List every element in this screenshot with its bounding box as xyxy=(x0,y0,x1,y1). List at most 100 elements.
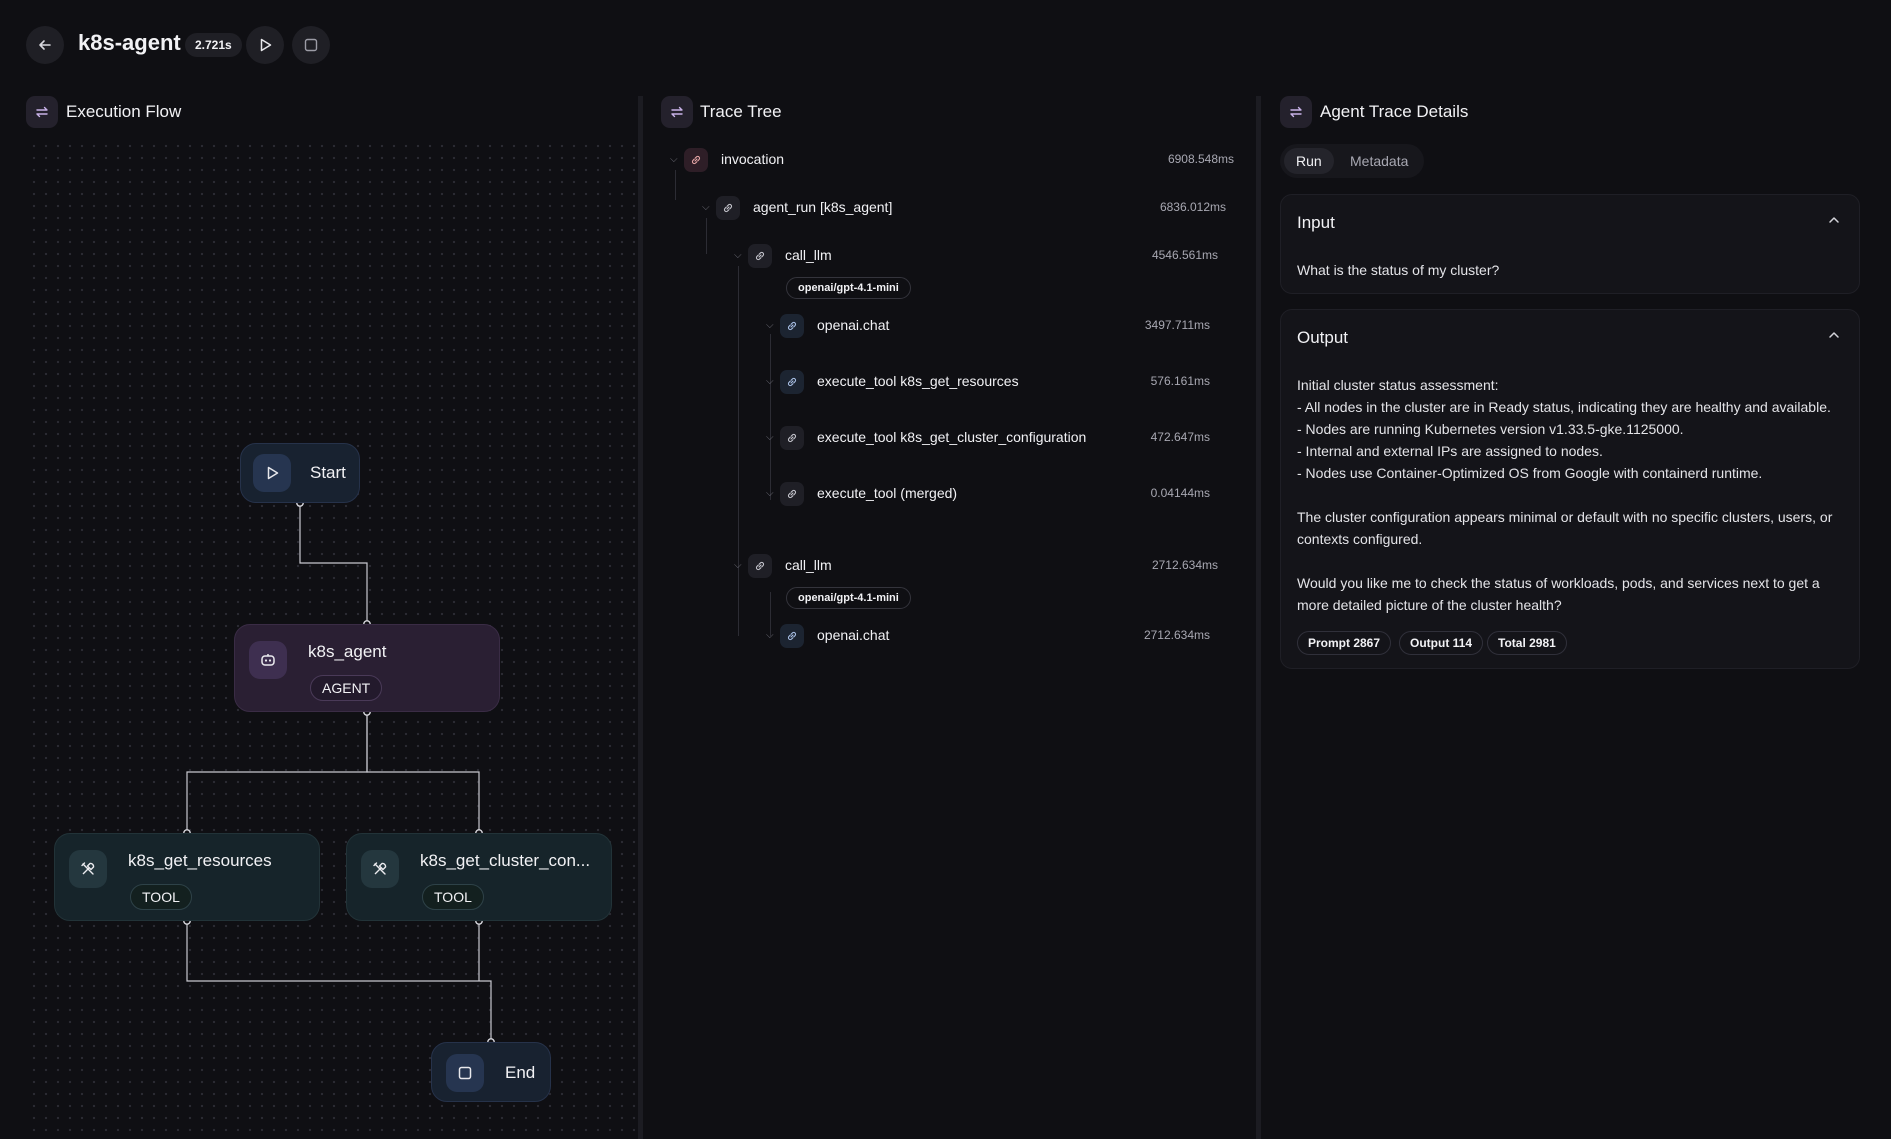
app-title: k8s-agent xyxy=(78,30,181,55)
end-node[interactable]: End xyxy=(431,1042,551,1102)
run-button[interactable] xyxy=(246,26,284,64)
start-node[interactable]: Start xyxy=(240,443,360,503)
span-link-icon xyxy=(780,482,804,506)
output-card: Output Initial cluster status assessment… xyxy=(1280,309,1860,669)
trace-tree-icon xyxy=(661,96,693,128)
tree-label: agent_run [k8s_agent] xyxy=(753,199,893,215)
play-icon xyxy=(267,466,279,480)
chevron-down-icon[interactable]: ⌵ xyxy=(766,630,774,641)
tree-row-call-llm[interactable]: ⌵ call_llm 4546.561ms xyxy=(726,241,1218,271)
chevron-down-icon[interactable]: ⌵ xyxy=(766,320,774,331)
agent-node-icon-box xyxy=(249,641,287,679)
tree-guide xyxy=(770,334,771,500)
tree-label: call_llm xyxy=(785,557,832,573)
back-button[interactable] xyxy=(26,26,64,64)
chevron-down-icon[interactable]: ⌵ xyxy=(766,432,774,443)
panel-divider[interactable] xyxy=(1256,96,1261,1139)
span-link-icon xyxy=(748,244,772,268)
stop-icon xyxy=(458,1066,472,1080)
chevron-up-icon[interactable] xyxy=(1827,213,1841,230)
tools-icon xyxy=(373,862,387,875)
tree-label: call_llm xyxy=(785,247,832,263)
tree-guide xyxy=(706,218,707,254)
play-icon xyxy=(260,38,272,52)
tab-metadata[interactable]: Metadata xyxy=(1338,148,1420,174)
tree-label: execute_tool k8s_get_cluster_configurati… xyxy=(817,429,1087,445)
span-link-icon xyxy=(780,426,804,450)
start-node-label: Start xyxy=(310,463,346,482)
tree-row-execute-tool-merged[interactable]: ⌵ execute_tool (merged) 0.04144ms xyxy=(758,479,1210,509)
tools-icon xyxy=(81,862,95,875)
agent-trace-details-title: Agent Trace Details xyxy=(1320,102,1469,121)
span-link-icon xyxy=(684,148,708,172)
model-tag: openai/gpt-4.1-mini xyxy=(786,277,911,299)
output-tokens-badge: Output 114 xyxy=(1399,631,1484,655)
model-tag: openai/gpt-4.1-mini xyxy=(786,587,911,609)
tree-label: invocation xyxy=(721,151,785,167)
chevron-down-icon[interactable]: ⌵ xyxy=(766,488,774,499)
end-node-icon-box xyxy=(446,1054,484,1092)
span-link-icon xyxy=(780,314,804,338)
chevron-down-icon[interactable]: ⌵ xyxy=(734,560,742,571)
span-link-icon xyxy=(716,196,740,220)
tree-row-execute-tool[interactable]: ⌵ execute_tool k8s_get_cluster_configura… xyxy=(758,423,1210,453)
agent-trace-details-icon xyxy=(1280,96,1312,128)
tree-row-agent-run[interactable]: ⌵ agent_run [k8s_agent] 6836.012ms xyxy=(694,193,1226,223)
tab-run[interactable]: Run xyxy=(1284,148,1334,174)
agent-node-label: k8s_agent xyxy=(308,642,387,661)
tree-duration: 3497.711ms xyxy=(1144,318,1210,332)
tree-duration: 472.647ms xyxy=(1150,430,1210,444)
tool-node-icon-box xyxy=(361,850,399,888)
top-bar: k8s-agent 2.721s xyxy=(0,0,1891,90)
tool-node-icon-box xyxy=(69,850,107,888)
tree-duration: 6908.548ms xyxy=(1167,152,1234,166)
tree-label: openai.chat xyxy=(817,627,890,643)
total-tokens-badge: Total 2981 xyxy=(1487,631,1567,655)
start-node-icon-box xyxy=(253,454,291,492)
tree-duration: 4546.561ms xyxy=(1151,248,1218,262)
tool-node-label: k8s_get_cluster_con... xyxy=(420,851,591,870)
tool-node-k8s-get-resources[interactable]: k8s_get_resources TOOL xyxy=(54,833,320,921)
output-text: Initial cluster status assessment: - All… xyxy=(1297,377,1833,613)
chevron-down-icon[interactable]: ⌵ xyxy=(702,202,710,213)
tree-duration: 2712.634ms xyxy=(1151,558,1218,572)
tree-row-openai-chat[interactable]: ⌵ openai.chat 3497.711ms xyxy=(758,311,1210,341)
execution-flow-title: Execution Flow xyxy=(66,102,182,121)
agent-node[interactable]: k8s_agent AGENT xyxy=(234,624,500,712)
tree-label: execute_tool k8s_get_resources xyxy=(817,373,1019,389)
chevron-down-icon[interactable]: ⌵ xyxy=(766,376,774,387)
duration-badge: 2.721s xyxy=(185,33,242,57)
details-tabs: Run Metadata xyxy=(1280,144,1424,178)
end-node-label: End xyxy=(505,1063,536,1082)
tree-row-openai-chat[interactable]: ⌵ openai.chat 2712.634ms xyxy=(758,621,1210,651)
tree-label: openai.chat xyxy=(817,317,890,333)
tool-node-label: k8s_get_resources xyxy=(128,851,272,870)
tool-type-badge: TOOL xyxy=(422,884,484,910)
span-link-icon xyxy=(780,370,804,394)
output-title: Output xyxy=(1297,328,1349,347)
span-link-icon xyxy=(748,554,772,578)
span-link-icon xyxy=(780,624,804,648)
stop-button[interactable] xyxy=(292,26,330,64)
input-card: Input What is the status of my cluster? xyxy=(1280,194,1860,294)
chevron-down-icon[interactable]: ⌵ xyxy=(734,250,742,261)
tree-duration: 6836.012ms xyxy=(1159,200,1226,214)
tree-duration: 576.161ms xyxy=(1150,374,1210,388)
input-text: What is the status of my cluster? xyxy=(1297,262,1500,278)
tool-node-k8s-get-cluster-configuration[interactable]: k8s_get_cluster_con... TOOL xyxy=(346,833,612,921)
chevron-up-icon[interactable] xyxy=(1827,328,1841,345)
tree-duration: 0.04144ms xyxy=(1150,486,1210,500)
robot-icon xyxy=(261,654,275,666)
tree-label: execute_tool (merged) xyxy=(817,485,958,501)
arrow-left-icon xyxy=(39,40,51,50)
tool-type-badge: TOOL xyxy=(130,884,192,910)
tree-row-call-llm[interactable]: ⌵ call_llm 2712.634ms xyxy=(726,551,1218,581)
tree-row-execute-tool[interactable]: ⌵ execute_tool k8s_get_resources 576.161… xyxy=(758,367,1210,397)
prompt-tokens-badge: Prompt 2867 xyxy=(1297,631,1392,655)
execution-flow-icon xyxy=(26,96,58,128)
trace-tree-title: Trace Tree xyxy=(700,102,782,121)
tree-duration: 2712.634ms xyxy=(1143,628,1210,642)
chevron-down-icon[interactable]: ⌵ xyxy=(670,154,678,165)
input-title: Input xyxy=(1297,213,1335,232)
tree-row-invocation[interactable]: ⌵ invocation 6908.548ms xyxy=(662,145,1234,175)
